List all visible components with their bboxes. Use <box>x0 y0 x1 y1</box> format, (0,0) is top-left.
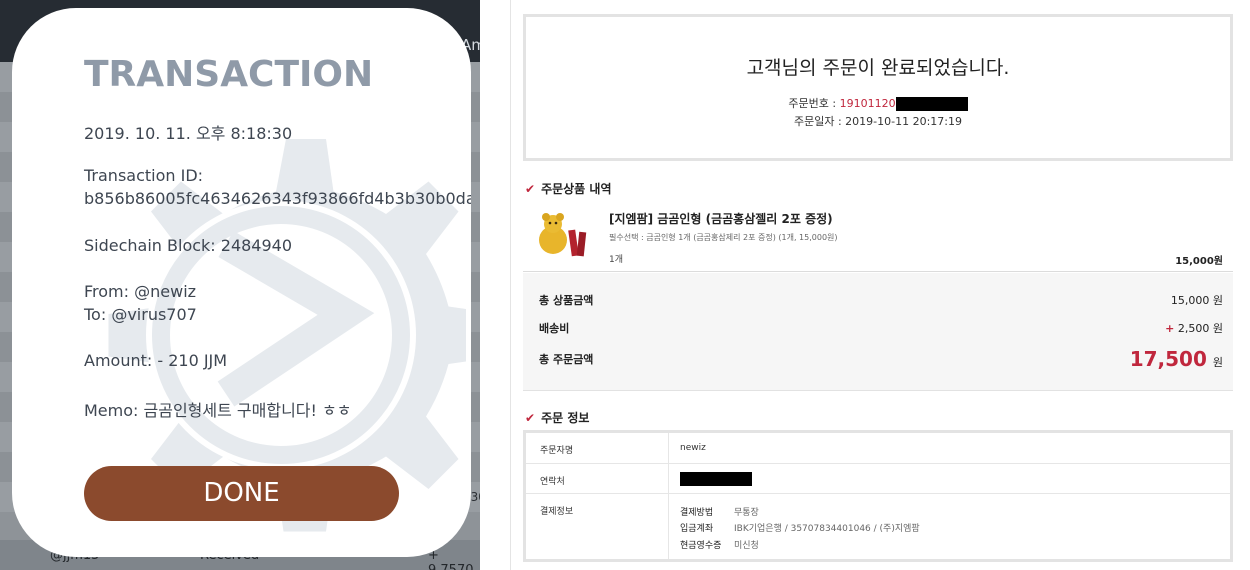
transaction-datetime: 2019. 10. 11. 오후 8:18:30 <box>84 124 293 143</box>
transaction-id-label: Transaction ID: <box>84 166 204 185</box>
info-section-title: 주문 정보 <box>541 411 590 425</box>
product-name[interactable]: [지엠팜] 금곰인형 (금곰홍삼젤리 2포 증정) <box>609 210 833 227</box>
order-complete-box: 고객님의 주문이 완료되었습니다. 주문번호 : 19101120 주문일자 :… <box>523 14 1233 161</box>
order-number-label: 주문번호 : <box>788 97 840 110</box>
order-date-label: 주문일자 : <box>793 115 846 128</box>
deposit-account: IBK기업은행 / 35707834401046 / (주)지엠팜 <box>734 524 920 534</box>
cash-receipt-key: 현금영수증 <box>680 541 722 551</box>
transaction-id-value: b856b86005fc4634626343f93866fd4b3b30b0da <box>84 189 471 208</box>
from-account: From: @newiz <box>84 282 197 301</box>
redaction-bar <box>680 472 752 486</box>
check-icon: ✔ <box>525 182 536 196</box>
info-row-name: 주문자명 newiz <box>526 433 1230 464</box>
orderer-name: newiz <box>680 443 706 453</box>
product-price: 15,000원 <box>1175 256 1223 267</box>
order-complete-page: 고객님의 주문이 완료되었습니다. 주문번호 : 19101120 주문일자 :… <box>510 0 1250 570</box>
total-unit: 원 <box>1212 356 1223 369</box>
row-amount: + 9.7570 <box>428 548 474 570</box>
payment-method: 무통장 <box>734 508 759 518</box>
transaction-dialog: TRANSACTION 2019. 10. 11. 오후 8:18:30 Tra… <box>12 8 471 557</box>
dialog-title: TRANSACTION <box>84 54 374 95</box>
order-date-line: 주문일자 : 2019-10-11 20:17:19 <box>526 113 1230 129</box>
items-section-title: 주문상품 내역 <box>541 182 612 196</box>
deposit-account-line: 입금계좌 IBK기업은행 / 35707834401046 / (주)지엠팜 <box>680 521 920 534</box>
info-row-contact: 연락처 <box>526 464 1230 494</box>
payment-method-key: 결제방법 <box>680 508 714 518</box>
order-item-row: [지엠팜] 금곰인형 (금곰홍삼젤리 2포 증정) 필수선택 : 금곰인형 1개… <box>523 200 1233 272</box>
product-thumbnail[interactable] <box>533 210 589 260</box>
plus-sign: + <box>1165 322 1175 335</box>
order-info-table: 주문자명 newiz 연락처 결제정보 결제방법 무통장 입금계좌 IBK기업은행 … <box>523 430 1233 562</box>
transfer-memo: Memo: 금곰인형세트 구매합니다! ㅎㅎ <box>84 401 352 420</box>
order-complete-message: 고객님의 주문이 완료되었습니다. <box>746 57 1010 79</box>
items-section-heading: ✔ 주문상품 내역 <box>525 180 611 197</box>
shipping-label: 배송비 <box>539 322 570 335</box>
product-quantity: 1개 <box>609 255 624 265</box>
transfer-amount: Amount: - 210 JJM <box>84 351 228 370</box>
check-icon: ✔ <box>525 411 536 425</box>
done-button[interactable]: DONE <box>84 466 399 521</box>
orderer-label: 주문자명 <box>526 433 669 463</box>
total-amount: 17,500 원 <box>1130 347 1223 371</box>
order-totals: 총 상품금액 15,000 원 배송비 + 2,500 원 총 주문금액 17,… <box>523 273 1233 391</box>
contact-label: 연락처 <box>526 464 669 493</box>
sidechain-block: Sidechain Block: 2484940 <box>84 236 293 255</box>
to-account: To: @virus707 <box>84 305 197 324</box>
shipping-fee: + 2,500 원 <box>1165 320 1223 336</box>
subtotal-label: 총 상품금액 <box>539 294 594 307</box>
payment-method-line: 결제방법 무통장 <box>680 505 759 518</box>
info-section-heading: ✔ 주문 정보 <box>525 409 589 426</box>
shipping-value: 2,500 원 <box>1177 322 1223 335</box>
redaction-bar <box>895 97 968 111</box>
subtotal-value: 15,000 원 <box>1170 294 1223 307</box>
total-value: 17,500 <box>1129 347 1207 371</box>
order-number: 19101120 <box>839 97 896 110</box>
product-option: 필수선택 : 금곰인형 1개 (금곰홍삼제리 2포 증정) (1개, 15,00… <box>609 233 838 242</box>
cash-receipt-line: 현금영수증 미신청 <box>680 538 759 551</box>
order-number-line: 주문번호 : 19101120 <box>526 95 1230 111</box>
cash-receipt: 미신청 <box>734 541 759 551</box>
contact-redacted <box>680 472 752 486</box>
wallet-app-panel: Am 00000000000000130 @jjm15 Received + 9… <box>0 0 480 570</box>
payment-label: 결제정보 <box>526 494 669 559</box>
deposit-account-key: 입금계좌 <box>680 524 714 534</box>
total-label: 총 주문금액 <box>539 353 594 366</box>
order-date: 2019-10-11 20:17:19 <box>845 115 962 128</box>
